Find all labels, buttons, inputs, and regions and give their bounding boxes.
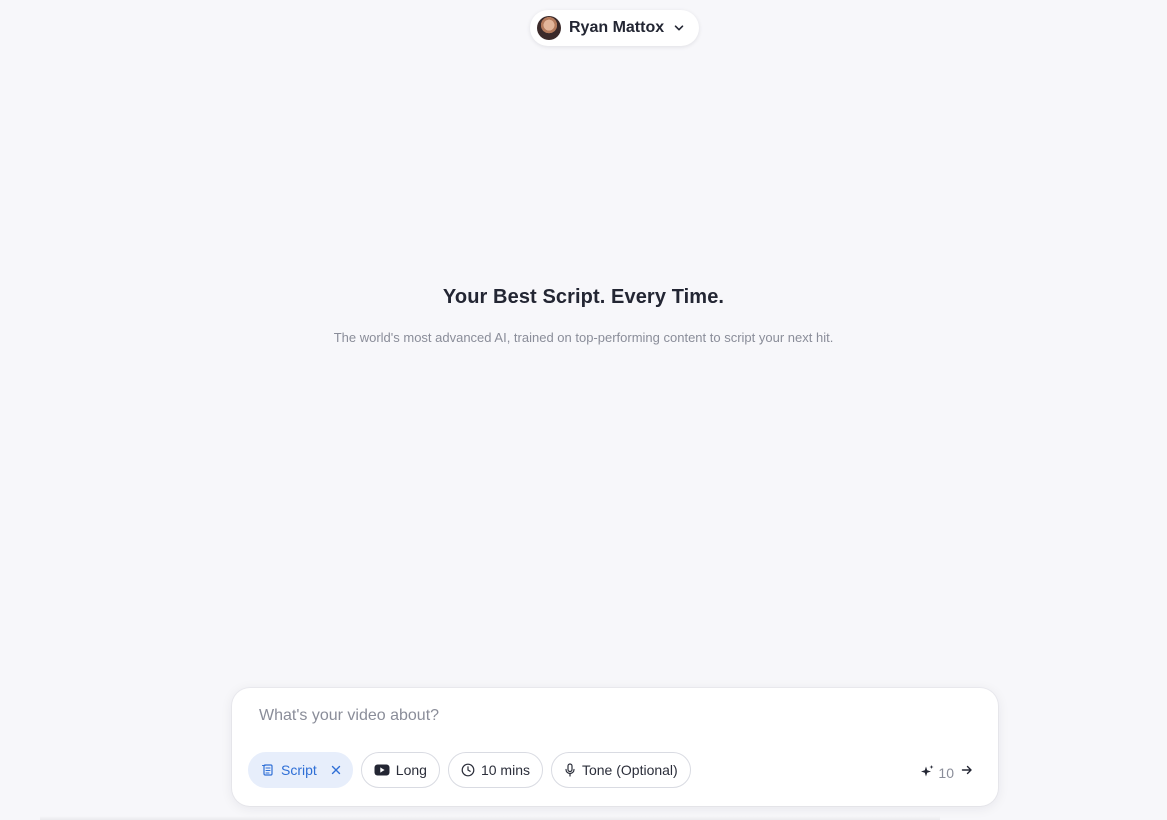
close-icon[interactable]	[331, 765, 341, 775]
script-icon	[261, 763, 275, 777]
bottom-shadow	[40, 816, 940, 820]
chevron-down-icon	[673, 21, 687, 35]
account-switcher[interactable]: Ryan Mattox	[530, 10, 699, 46]
credits-counter: 10	[920, 764, 954, 782]
credits-value: 10	[938, 764, 954, 781]
avatar	[537, 16, 561, 40]
mode-chip-label: Script	[281, 762, 317, 778]
video-topic-input[interactable]	[259, 704, 959, 728]
format-chip[interactable]: Long	[360, 752, 440, 788]
format-chip-label: Long	[395, 762, 427, 778]
hero-subtitle: The world's most advanced AI, trained on…	[333, 330, 834, 345]
app-root: Ryan Mattox Your Best Script. Every Time…	[0, 0, 1167, 820]
tone-chip[interactable]: Tone (Optional)	[550, 752, 691, 788]
mode-chip-script[interactable]: Script	[248, 752, 353, 788]
account-name: Ryan Mattox	[569, 19, 665, 36]
prompt-composer: Script Long 10 mins	[232, 688, 998, 806]
youtube-icon	[374, 764, 390, 776]
hero-title: Your Best Script. Every Time.	[442, 286, 725, 308]
microphone-icon	[564, 763, 576, 777]
duration-chip-label: 10 mins	[480, 762, 530, 778]
duration-chip[interactable]: 10 mins	[447, 752, 543, 788]
sparkle-icon	[920, 764, 935, 782]
clock-icon	[461, 763, 475, 777]
option-chips: Script Long 10 mins Tone (Optional)	[248, 752, 691, 788]
tone-chip-label: Tone (Optional)	[581, 762, 678, 778]
send-button[interactable]	[960, 763, 974, 782]
send-area: 10	[920, 763, 974, 782]
arrow-right-icon	[960, 763, 974, 782]
